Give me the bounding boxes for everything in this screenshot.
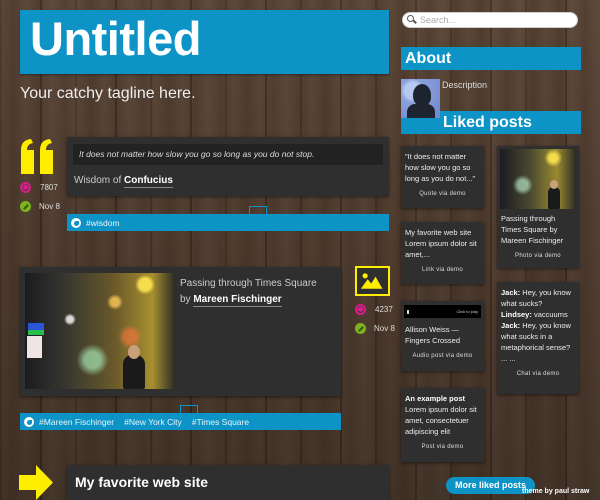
liked-post-via[interactable]: Quote via demo bbox=[405, 189, 480, 200]
quote-author-link[interactable]: Confucius bbox=[124, 175, 173, 188]
tag-link[interactable]: #New York City bbox=[124, 417, 182, 427]
blog-tagline: Your catchy tagline here. bbox=[20, 85, 196, 102]
about-heading: About bbox=[401, 47, 581, 70]
liked-post-text: "It does not matter how slow you go so l… bbox=[405, 152, 476, 183]
chat-line: Jack: Hey, you know what sucks? bbox=[501, 288, 571, 308]
liked-photo-thumbnail[interactable] bbox=[500, 149, 576, 209]
liked-post-text: Allison Weiss — Fingers Crossed bbox=[405, 325, 461, 345]
link-post: My favorite web site bbox=[67, 465, 389, 500]
liked-post-via[interactable]: Link via demo bbox=[405, 265, 480, 276]
liked-post-card[interactable]: My favorite web site Lorem ipsum dolor s… bbox=[401, 222, 484, 284]
tag-bar-notch bbox=[249, 206, 267, 214]
photo-caption-title: Passing through Times Square bbox=[180, 278, 317, 289]
tag-bar: #Mareen Fischinger #New York City #Times… bbox=[20, 413, 341, 430]
search-icon bbox=[407, 15, 417, 25]
link-icon bbox=[355, 323, 366, 334]
link-icon bbox=[20, 201, 31, 212]
chat-ellipsis: ... ... bbox=[501, 354, 516, 363]
times-square-photo[interactable] bbox=[25, 273, 175, 389]
liked-post-text: My favorite web site Lorem ipsum dolor s… bbox=[405, 228, 477, 259]
liked-post-card[interactable]: Jack: Hey, you know what sucks? Lindsey:… bbox=[497, 282, 579, 394]
arrow-right-icon bbox=[19, 465, 53, 500]
notes-count: 4237 bbox=[375, 305, 393, 314]
liked-post-card[interactable]: "It does not matter how slow you go so l… bbox=[401, 146, 484, 208]
quote-source: Wisdom of Confucius bbox=[74, 175, 173, 188]
audio-player[interactable]: Click to play bbox=[404, 305, 481, 318]
link-post-title[interactable]: My favorite web site bbox=[75, 474, 208, 490]
post-notes[interactable]: 4237 bbox=[355, 304, 393, 315]
post-date: Nov 8 bbox=[39, 202, 60, 211]
post-notes[interactable]: 7807 bbox=[20, 182, 58, 193]
quote-source-prefix: Wisdom of bbox=[74, 175, 122, 186]
liked-post-via[interactable]: Photo via demo bbox=[501, 251, 575, 262]
blog-title-banner: Untitled bbox=[20, 10, 389, 74]
search-box[interactable] bbox=[402, 12, 578, 28]
liked-post-card[interactable]: Click to play Allison Weiss — Fingers Cr… bbox=[401, 301, 484, 371]
heart-icon bbox=[355, 304, 366, 315]
quote-post: It does not matter how slow you go so lo… bbox=[67, 137, 389, 196]
chat-line: Lindsey: vaccuums bbox=[501, 310, 568, 319]
liked-post-card[interactable]: An example post Lorem ipsum dolor sit am… bbox=[401, 388, 484, 462]
photo-caption-by: by bbox=[180, 294, 191, 305]
post-permalink[interactable]: Nov 8 bbox=[20, 201, 60, 212]
blog-title[interactable]: Untitled bbox=[30, 11, 201, 66]
tag-icon bbox=[71, 217, 81, 228]
quote-icon bbox=[21, 139, 53, 174]
liked-post-via[interactable]: Chat via demo bbox=[501, 369, 575, 380]
notes-count: 7807 bbox=[40, 183, 58, 192]
photo-author-link[interactable]: Mareen Fischinger bbox=[193, 294, 282, 307]
tag-icon bbox=[24, 416, 34, 427]
liked-post-title: An example post bbox=[405, 394, 466, 403]
liked-post-card[interactable]: Passing through Times Square by Mareen F… bbox=[497, 146, 579, 268]
heart-icon bbox=[20, 182, 31, 193]
liked-post-text: Lorem ipsum dolor sit amet, consectetuer… bbox=[405, 405, 477, 436]
tag-link[interactable]: #Mareen Fischinger bbox=[39, 417, 114, 427]
chat-line: Jack: Hey, you know what sucks in a meta… bbox=[501, 321, 571, 352]
photo-post: Passing through Times Square by Mareen F… bbox=[20, 267, 341, 396]
play-icon bbox=[407, 309, 409, 314]
post-date: Nov 8 bbox=[374, 324, 395, 333]
quote-text: It does not matter how slow you go so lo… bbox=[73, 144, 383, 165]
post-permalink[interactable]: Nov 8 bbox=[355, 323, 395, 334]
photo-caption: Passing through Times Square by Mareen F… bbox=[180, 276, 317, 308]
tag-link[interactable]: #Times Square bbox=[192, 417, 249, 427]
tag-bar-notch bbox=[180, 405, 198, 413]
tag-bar: #wisdom bbox=[67, 214, 389, 231]
theme-credit[interactable]: theme by paul straw bbox=[522, 488, 589, 495]
search-input[interactable] bbox=[420, 15, 570, 25]
audio-player-label: Click to play bbox=[456, 309, 478, 314]
about-description: Description bbox=[442, 80, 488, 90]
tag-link[interactable]: #wisdom bbox=[86, 218, 120, 228]
liked-post-text: Passing through Times Square by Mareen F… bbox=[501, 214, 564, 245]
liked-post-via[interactable]: Post via demo bbox=[405, 442, 480, 453]
image-icon bbox=[355, 266, 390, 296]
liked-post-via[interactable]: Audio post via demo bbox=[405, 351, 480, 362]
avatar[interactable] bbox=[401, 79, 440, 118]
